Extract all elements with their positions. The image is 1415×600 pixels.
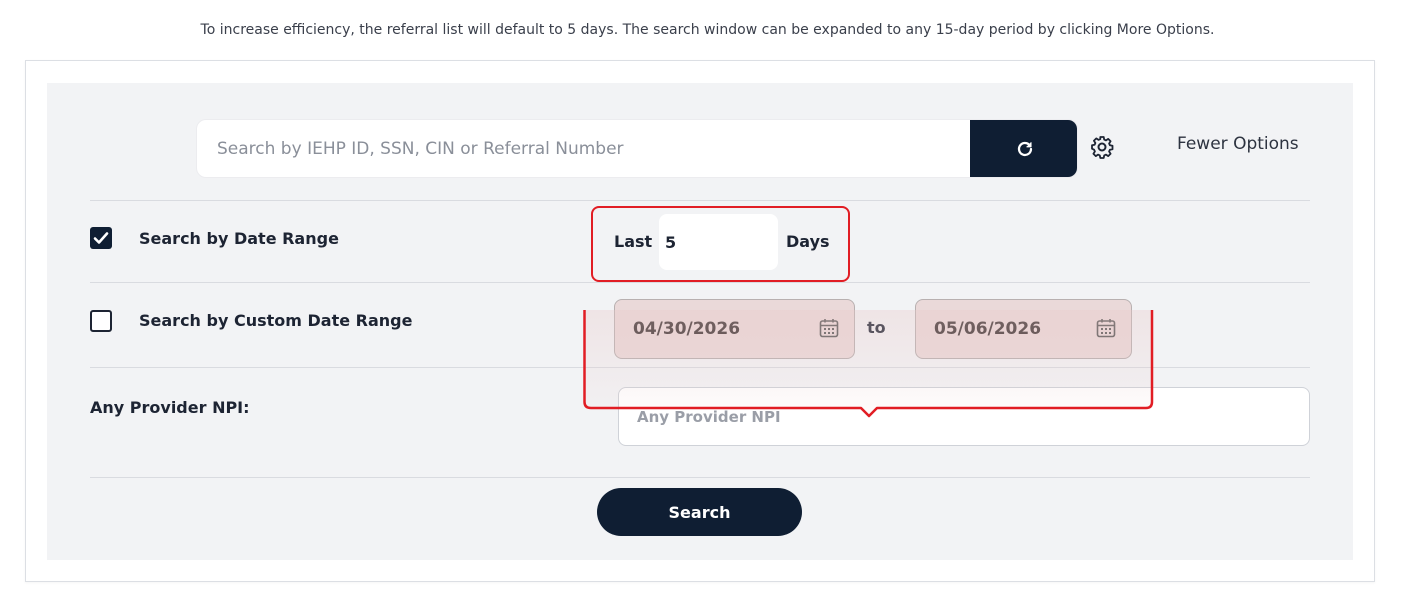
fewer-options-link[interactable]: Fewer Options bbox=[1177, 134, 1299, 154]
to-date-value: 05/06/2026 bbox=[934, 319, 1042, 339]
from-date-value: 04/30/2026 bbox=[633, 319, 741, 339]
date-range-checkbox[interactable] bbox=[90, 227, 112, 249]
from-date-field[interactable]: 04/30/2026 bbox=[614, 299, 855, 359]
provider-npi-input[interactable] bbox=[618, 387, 1310, 446]
info-notice: To increase efficiency, the referral lis… bbox=[200, 22, 1215, 38]
search-input[interactable] bbox=[197, 120, 970, 177]
gear-icon[interactable] bbox=[1090, 135, 1114, 159]
refresh-icon bbox=[1017, 141, 1032, 156]
divider bbox=[90, 200, 1310, 201]
to-date-field[interactable]: 05/06/2026 bbox=[915, 299, 1132, 359]
search-button[interactable]: Search bbox=[597, 488, 802, 536]
to-label: to bbox=[867, 318, 886, 337]
date-range-label: Search by Date Range bbox=[139, 229, 339, 248]
calendar-icon[interactable] bbox=[1095, 317, 1117, 339]
divider bbox=[90, 477, 1310, 478]
divider bbox=[90, 367, 1310, 368]
provider-npi-label: Any Provider NPI: bbox=[90, 398, 250, 417]
custom-date-range-checkbox[interactable] bbox=[90, 310, 112, 332]
calendar-icon[interactable] bbox=[818, 317, 840, 339]
checkmark-icon bbox=[93, 232, 109, 244]
annotation-highlight-box bbox=[591, 206, 850, 282]
search-box bbox=[196, 119, 1078, 178]
custom-date-range-label: Search by Custom Date Range bbox=[139, 311, 413, 330]
refresh-button[interactable] bbox=[970, 120, 1077, 177]
divider bbox=[90, 282, 1310, 283]
